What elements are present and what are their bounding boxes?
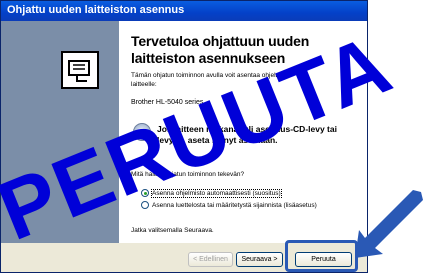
continue-text: Jatka valitsemalla Seuraava. xyxy=(131,227,214,234)
hardware-wizard-icon xyxy=(61,51,99,89)
cancel-highlight-box xyxy=(285,240,358,272)
title-bar: Ohjattu uuden laitteiston asennus xyxy=(1,1,367,21)
radio-install-from-list[interactable]: Asenna luettelosta tai määritetystä sija… xyxy=(141,201,317,209)
radio-label-list: Asenna luettelosta tai määritetystä sija… xyxy=(152,201,317,209)
pointer-arrow-icon xyxy=(355,190,423,258)
back-button[interactable]: < Edellinen xyxy=(188,252,233,267)
window-title: Ohjattu uuden laitteiston asennus xyxy=(7,4,185,16)
next-button[interactable]: Seuraava > xyxy=(236,252,283,267)
